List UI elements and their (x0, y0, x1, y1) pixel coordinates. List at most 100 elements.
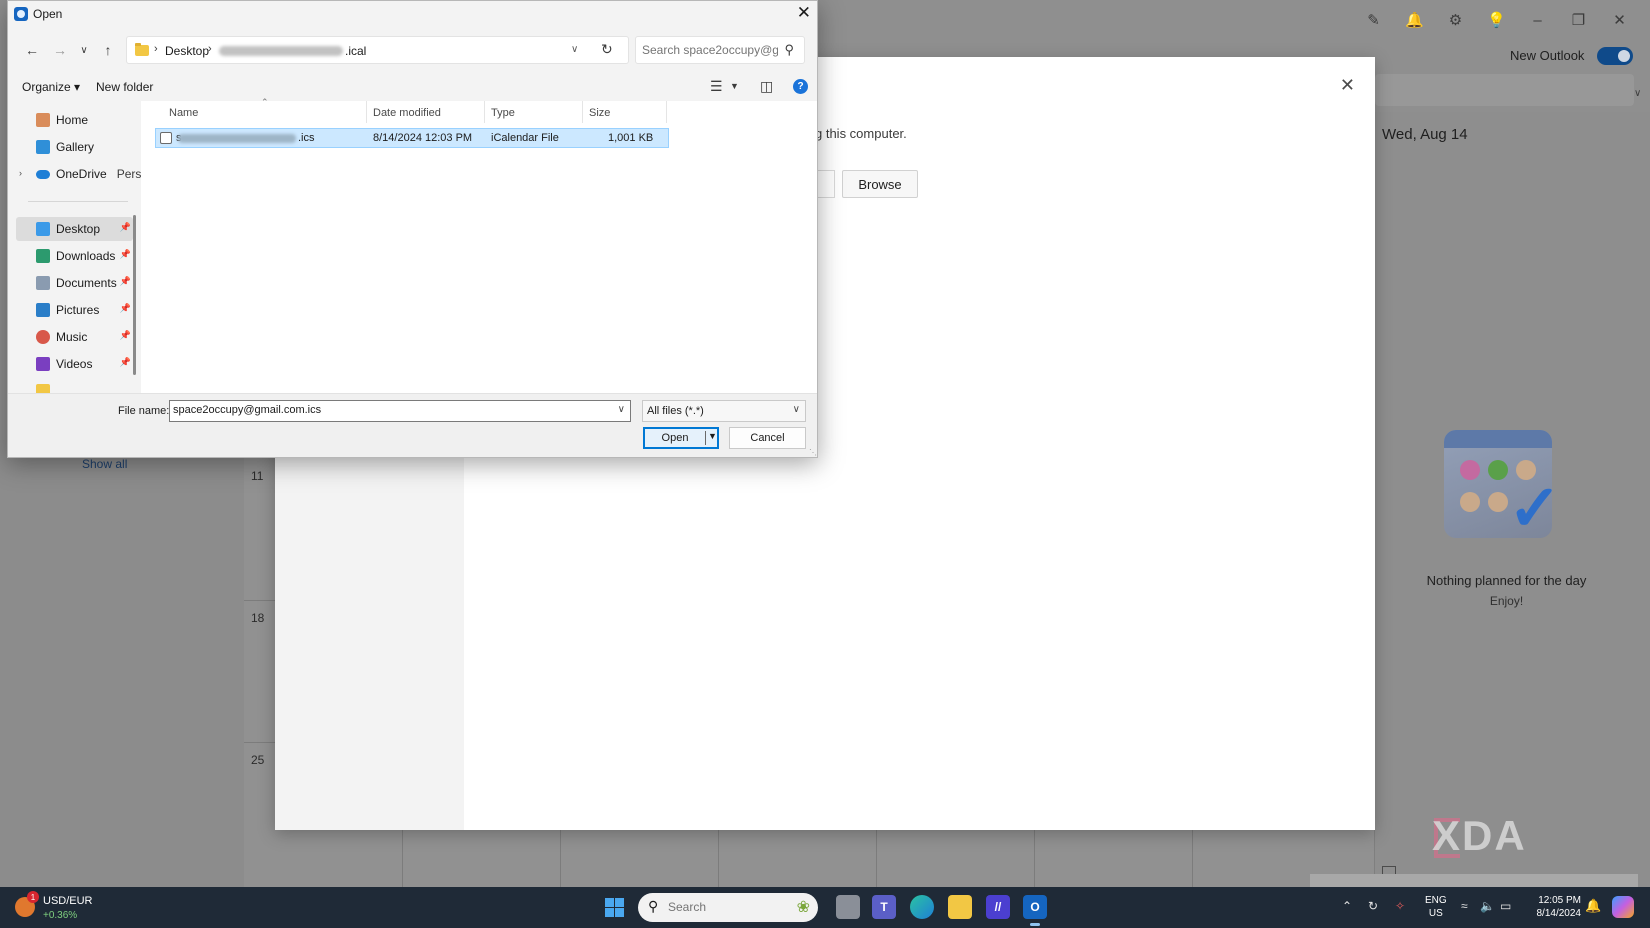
resize-grip-icon[interactable]: ⋱ (809, 448, 817, 457)
outlook-icon[interactable]: O (1023, 895, 1047, 919)
column-separator[interactable] (484, 101, 485, 123)
windows-start-icon[interactable] (605, 898, 624, 917)
up-arrow-icon[interactable]: ↑ (98, 40, 118, 60)
address-bar[interactable]: › Desktop › .ical ∨ ↻ (126, 36, 629, 64)
file-path-field[interactable] (815, 170, 835, 198)
nav-item-desktop[interactable]: Desktop 📌 (16, 217, 133, 241)
edge-icon[interactable] (910, 895, 934, 919)
column-header-type[interactable]: Type (491, 107, 515, 119)
row-checkbox[interactable] (160, 132, 172, 144)
open-options-arrow-icon[interactable]: ▼ (708, 431, 717, 441)
pin-icon[interactable]: 📌 (120, 249, 131, 260)
help-icon[interactable]: ? (793, 79, 808, 94)
back-arrow-icon[interactable]: ← (22, 40, 42, 60)
copilot-icon[interactable] (1612, 896, 1634, 918)
clock[interactable]: 12:05 PM 8/14/2024 (1527, 894, 1582, 920)
column-header-name[interactable]: Name (169, 107, 198, 119)
breadcrumb-desktop[interactable]: Desktop (165, 44, 209, 58)
breadcrumb-ical-folder[interactable]: .ical (345, 44, 366, 58)
file-explorer-icon[interactable] (948, 895, 972, 919)
volume-icon[interactable]: 🔈 (1480, 899, 1495, 913)
calendar-col-divider (402, 830, 403, 887)
lightbulb-icon[interactable]: 💡 (1476, 8, 1517, 32)
nav-item-pictures[interactable]: Pictures 📌 (16, 298, 133, 322)
illustration-dot (1488, 492, 1508, 512)
taskbar-search-input[interactable] (668, 900, 768, 914)
pin-icon[interactable]: 📌 (120, 330, 131, 341)
nav-item-music[interactable]: Music 📌 (16, 325, 133, 349)
file-type-filter[interactable]: All files (*.*) ∨ (642, 400, 806, 422)
taskbar-search-box[interactable]: ⚲ ❀ (638, 893, 818, 922)
notification-bell-icon[interactable]: 🔔 (1585, 898, 1601, 914)
checkmark-icon: ✓ (1508, 472, 1562, 544)
recent-locations-chevron-icon[interactable]: ∨ (74, 40, 94, 60)
week-number: 18 (251, 611, 265, 625)
tray-app-icon[interactable]: ✧ (1395, 899, 1405, 913)
document-icon (36, 276, 50, 290)
column-separator[interactable] (666, 101, 667, 123)
close-icon[interactable]: ✕ (1340, 75, 1355, 96)
new-outlook-toggle[interactable] (1597, 47, 1633, 65)
week-number: 25 (251, 753, 265, 767)
nav-item-label: Home (56, 113, 89, 127)
chevron-down-icon[interactable]: ∨ (793, 404, 800, 415)
teams-icon[interactable]: T (872, 895, 896, 919)
forward-arrow-icon[interactable]: → (50, 40, 70, 60)
restore-icon[interactable]: ❐ (1558, 8, 1599, 32)
pin-icon[interactable]: 📌 (120, 303, 131, 314)
folder-icon (135, 43, 149, 56)
file-name-input[interactable] (173, 404, 603, 416)
preview-pane-icon[interactable]: ◫ (760, 78, 773, 95)
column-header-date-modified[interactable]: Date modified (373, 107, 441, 119)
nav-item-gallery[interactable]: Gallery (16, 135, 133, 159)
column-separator[interactable] (582, 101, 583, 123)
organize-button[interactable]: Organize ▾ (22, 80, 80, 94)
file-name-combobox[interactable]: ∨ (169, 400, 631, 422)
navigation-pane: Home Gallery › OneDrive Pers Desktop 📌 D… (8, 101, 141, 398)
refresh-icon[interactable]: ↻ (601, 41, 613, 58)
redacted-file-name (178, 134, 296, 143)
minimize-icon[interactable]: – (1517, 8, 1558, 32)
nav-item-downloads[interactable]: Downloads 📌 (16, 244, 133, 268)
chevron-right-icon[interactable]: › (208, 43, 212, 55)
task-view-icon[interactable] (836, 895, 860, 919)
chevron-right-icon[interactable]: › (154, 43, 158, 55)
nav-item-label: Videos (56, 357, 93, 371)
open-button[interactable]: Open ▼ (643, 427, 719, 449)
search-icon[interactable]: ⚲ (784, 42, 794, 58)
note-icon[interactable]: ✎ (1353, 8, 1394, 32)
column-separator[interactable] (366, 101, 367, 123)
browse-button[interactable]: Browse (842, 170, 918, 198)
chevron-down-icon[interactable]: ∨ (1634, 88, 1641, 99)
bell-icon[interactable]: 🔔 (1394, 8, 1435, 32)
column-header-size[interactable]: Size (589, 107, 610, 119)
nav-item-home[interactable]: Home (16, 108, 133, 132)
table-row[interactable]: s .ics 8/14/2024 12:03 PM iCalendar File… (155, 128, 669, 148)
chevron-down-icon[interactable]: ▼ (730, 81, 739, 91)
view-list-icon[interactable]: ☰ (710, 78, 723, 95)
language-indicator[interactable]: ENG US (1425, 894, 1447, 920)
chevron-down-icon[interactable]: ∨ (571, 44, 578, 55)
close-icon[interactable]: ✕ (1599, 8, 1640, 32)
search-input[interactable] (642, 43, 778, 57)
chevron-down-icon[interactable]: ∨ (618, 404, 625, 415)
nav-item-videos[interactable]: Videos 📌 (16, 352, 133, 376)
nav-item-documents[interactable]: Documents 📌 (16, 271, 133, 295)
show-all-link[interactable]: Show all (82, 457, 127, 471)
pin-icon[interactable]: 📌 (120, 357, 131, 368)
search-box[interactable]: ⚲ (635, 36, 805, 64)
sync-icon[interactable]: ↻ (1368, 899, 1378, 913)
nav-item-onedrive[interactable]: OneDrive Pers (16, 162, 141, 186)
wifi-icon[interactable]: ≈ (1461, 899, 1468, 913)
cancel-button[interactable]: Cancel (729, 427, 806, 449)
battery-icon[interactable]: ▭ (1500, 899, 1511, 913)
new-folder-button[interactable]: New folder (96, 80, 153, 94)
app-icon[interactable]: // (986, 895, 1010, 919)
chevron-up-icon[interactable]: ⌃ (1342, 899, 1352, 913)
gear-icon[interactable]: ⚙ (1435, 8, 1476, 32)
nav-scrollbar[interactable] (133, 215, 136, 375)
pin-icon[interactable]: 📌 (120, 276, 131, 287)
close-icon[interactable]: ✕ (797, 3, 811, 23)
pin-icon[interactable]: 📌 (120, 222, 131, 233)
calendar-col-divider (1034, 830, 1035, 887)
